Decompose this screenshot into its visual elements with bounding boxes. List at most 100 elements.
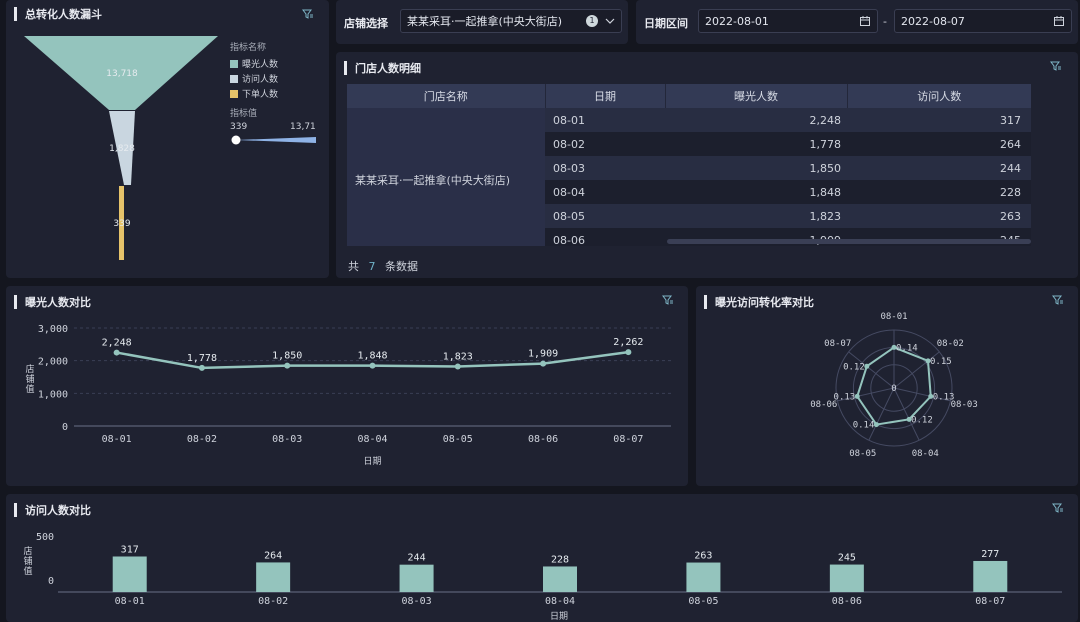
column-header-date[interactable]: 日期 — [545, 84, 666, 108]
data-label: 263 — [694, 551, 712, 562]
data-label: 1,823 — [443, 351, 473, 362]
visit-bar — [256, 562, 291, 592]
legend-swatch — [230, 59, 238, 68]
date-filter-panel: 日期区间 2022-08-01 - 2022-08-07 — [636, 0, 1078, 44]
store-select[interactable]: 某某采耳·一起推拿(中央大街店) 1 — [400, 9, 622, 33]
column-header-exposure[interactable]: 曝光人数 — [665, 84, 848, 108]
visit-bar — [112, 556, 147, 592]
table-header-row: 门店名称 日期 曝光人数 访问人数 — [347, 84, 1031, 108]
data-point — [113, 349, 120, 356]
y-tick-label: 0 — [62, 422, 68, 433]
filter-icon[interactable] — [1050, 60, 1062, 72]
radar-chart-panel: 曝光访问转化率对比 08-01 08-02 08-03 08-04 08-05 08-06… — [696, 286, 1078, 486]
legend-title: 指标名称 — [230, 43, 267, 53]
column-header-store[interactable]: 门店名称 — [347, 84, 546, 108]
y-axis-label: 值 — [25, 383, 34, 395]
range-min-label: 339 — [230, 122, 248, 132]
radar-point — [864, 363, 870, 369]
exposure-chart-panel: 曝光人数对比 0 1,000 2,000 3,000 店铺值 2,248 08-01 1,77… — [6, 286, 688, 486]
date-separator: - — [883, 15, 887, 28]
funnel-label-visit: 1,828 — [109, 144, 135, 154]
legend-label: 下单人数 — [242, 90, 279, 100]
date-cell: 08-02 — [553, 137, 585, 151]
legend-item[interactable]: 访问人数 — [230, 72, 278, 85]
date-cell: 08-04 — [553, 185, 585, 199]
data-point — [198, 364, 205, 371]
legend-swatch — [230, 89, 238, 98]
legend-swatch — [230, 74, 238, 83]
data-point — [625, 349, 632, 356]
data-label: 1,850 — [272, 351, 302, 362]
x-tick-label: 08-03 — [272, 434, 302, 445]
exposure-cell: 2,248 — [809, 113, 842, 127]
range-max-label: 13,71 — [290, 122, 316, 132]
radar-category-label: 08-01 — [880, 312, 907, 322]
x-axis-label: 日期 — [363, 456, 381, 467]
legend-item[interactable]: 曝光人数 — [230, 57, 278, 70]
x-tick-label: 08-05 — [688, 596, 718, 607]
store-name-cell: 某某采耳·一起推拿(中央大街店) — [347, 108, 545, 246]
selected-count-badge: 1 — [586, 15, 598, 27]
visit-cell: 264 — [1000, 137, 1021, 151]
exposure-cell: 1,778 — [809, 137, 842, 151]
radar-category-label: 08-07 — [824, 339, 851, 349]
funnel-legend: 指标名称 曝光人数 访问人数 下单人数 — [230, 40, 278, 100]
radar-value-label: 0.13 — [834, 392, 856, 402]
exposure-cell: 1,850 — [809, 161, 842, 175]
table-viewport[interactable]: 门店名称 日期 曝光人数 访问人数 某某采耳·一起推拿(中央大街店) 08-01… — [347, 84, 1069, 246]
data-label: 244 — [408, 553, 426, 564]
legend-item[interactable]: 下单人数 — [230, 87, 278, 100]
store-select-value: 某某采耳·一起推拿(中央大街店) — [407, 15, 563, 28]
exposure-line-chart: 0 1,000 2,000 3,000 店铺值 2,248 08-01 1,778 08-02 1… — [25, 324, 671, 467]
chevron-down-icon — [605, 18, 615, 24]
data-point — [540, 360, 547, 367]
data-label: 1,909 — [528, 349, 558, 360]
y-tick-label: 1,000 — [38, 389, 68, 400]
visit-bar-chart: 500 0 店铺值 317 08-01 264 08-02 244 08-03 228 08-04 2… — [23, 532, 1062, 622]
calendar-icon[interactable] — [860, 16, 870, 26]
visit-chart-panel: 访问人数对比 500 0 店铺值 317 08-01 264 08-02 244 08-03 22… — [6, 494, 1078, 622]
radar-value-label: 0.14 — [853, 421, 875, 431]
store-filter-label: 店铺选择 — [344, 17, 388, 30]
footer-suffix: 条数据 — [385, 260, 418, 273]
radar-category-label: 08-05 — [849, 449, 876, 459]
y-axis-label: 铺 — [25, 373, 34, 385]
footer-prefix: 共 — [348, 260, 359, 273]
y-axis-label: 店 — [23, 545, 32, 557]
legend-label: 访问人数 — [242, 75, 279, 85]
date-start-input[interactable]: 2022-08-01 — [698, 9, 878, 33]
x-axis-label: 日期 — [550, 611, 568, 622]
y-tick-label: 2,000 — [38, 357, 68, 368]
radar-value-label: 0.12 — [843, 362, 865, 372]
detail-table-panel: 门店人数明细 门店名称 日期 曝光人数 访问人数 某某采耳·一起推拿(中央大街店… — [336, 52, 1078, 278]
radar-category-label: 08-02 — [937, 339, 964, 349]
detail-table: 门店名称 日期 曝光人数 访问人数 某某采耳·一起推拿(中央大街店) 08-01… — [347, 84, 1031, 246]
data-label: 2,248 — [102, 338, 132, 349]
date-end-input[interactable]: 2022-08-07 — [894, 9, 1072, 33]
table-footer: 共 7 条数据 — [348, 258, 418, 274]
table-row[interactable]: 某某采耳·一起推拿(中央大街店) 08-01 2,248 317 — [347, 108, 1031, 246]
x-tick-label: 08-07 — [975, 596, 1005, 607]
funnel-label-exposure: 13,718 — [106, 69, 138, 79]
horizontal-scrollbar[interactable] — [667, 239, 1031, 244]
visit-cell: 244 — [1000, 161, 1021, 175]
radar-point — [873, 422, 879, 428]
funnel-panel: 总转化人数漏斗 13,718 1,828 339 指标名称 曝光人数 访问人数 … — [6, 0, 329, 278]
radar-category-label: 08-04 — [912, 449, 939, 459]
footer-count: 7 — [368, 260, 376, 273]
date-filter-label: 日期区间 — [644, 17, 688, 30]
vertical-scrollbar[interactable] — [1033, 108, 1041, 246]
range-slider[interactable] — [228, 132, 322, 148]
column-header-visit[interactable]: 访问人数 — [847, 84, 1031, 108]
x-tick-label: 08-02 — [187, 434, 217, 445]
funnel-label-order: 339 — [113, 219, 130, 229]
y-axis-label: 值 — [23, 565, 32, 577]
visit-bar — [973, 560, 1008, 592]
x-tick-label: 08-06 — [832, 596, 862, 607]
exposure-cell: 1,823 — [809, 209, 842, 223]
radar-value-label: 0.12 — [911, 415, 933, 425]
calendar-icon[interactable] — [1054, 16, 1064, 26]
data-label: 264 — [264, 550, 282, 561]
detail-table-title-text: 门店人数明细 — [355, 62, 421, 75]
radar-value-label: 0.13 — [933, 392, 955, 402]
